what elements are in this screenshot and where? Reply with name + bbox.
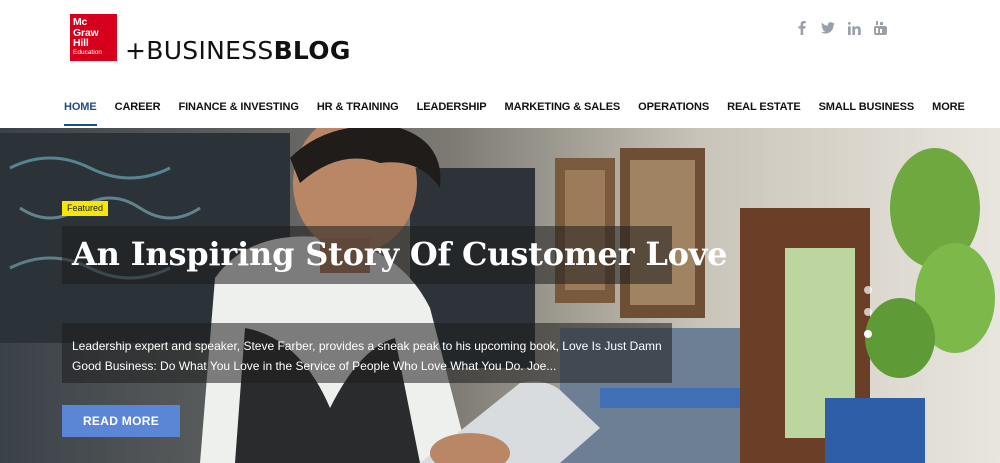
blog-title[interactable]: +BUSINESSBLOG — [125, 36, 351, 65]
youtube-icon[interactable] — [873, 20, 887, 36]
blog-title-prefix: +BUSINESS — [125, 36, 274, 65]
nav-item-home[interactable]: HOME — [64, 96, 97, 126]
nav-item-more[interactable]: MORE — [932, 96, 965, 126]
hero-excerpt: Leadership expert and speaker, Steve Far… — [72, 339, 662, 373]
nav-item-marketing-sales[interactable]: MARKETING & SALES — [505, 96, 621, 126]
read-more-button[interactable]: READ MORE — [62, 405, 180, 437]
nav-item-hr-training[interactable]: HR & TRAINING — [317, 96, 399, 126]
linkedin-icon[interactable] — [847, 20, 861, 36]
facebook-icon[interactable] — [795, 20, 809, 36]
hero-headline[interactable]: An Inspiring Story Of Customer Love — [72, 235, 728, 273]
blog-title-suffix: BLOG — [273, 36, 351, 65]
slider-dot-3[interactable] — [864, 330, 872, 338]
nav-item-career[interactable]: CAREER — [115, 96, 161, 126]
nav-item-leadership[interactable]: LEADERSHIP — [417, 96, 487, 126]
logo-line-1: Mc — [73, 16, 88, 28]
nav-item-real-estate[interactable]: REAL ESTATE — [727, 96, 801, 126]
slider-dot-1[interactable] — [864, 286, 872, 294]
nav-item-finance-investing[interactable]: FINANCE & INVESTING — [178, 96, 298, 126]
slider-dot-2[interactable] — [864, 308, 872, 316]
social-links — [795, 20, 887, 36]
twitter-icon[interactable] — [821, 20, 835, 36]
nav-item-operations[interactable]: OPERATIONS — [638, 96, 709, 126]
main-nav: HOME CAREER FINANCE & INVESTING HR & TRAINI… — [64, 96, 983, 128]
featured-badge: Featured — [62, 201, 109, 216]
site-header: Mc Graw Hill Education +BUSINESSBLOG HOM… — [0, 0, 1000, 128]
logo-line-4: Education — [73, 48, 102, 56]
mcgraw-hill-logo[interactable]: Mc Graw Hill Education — [70, 14, 117, 61]
nav-item-small-business[interactable]: SMALL BUSINESS — [819, 96, 915, 126]
logo-line-3: Hill — [73, 37, 89, 49]
